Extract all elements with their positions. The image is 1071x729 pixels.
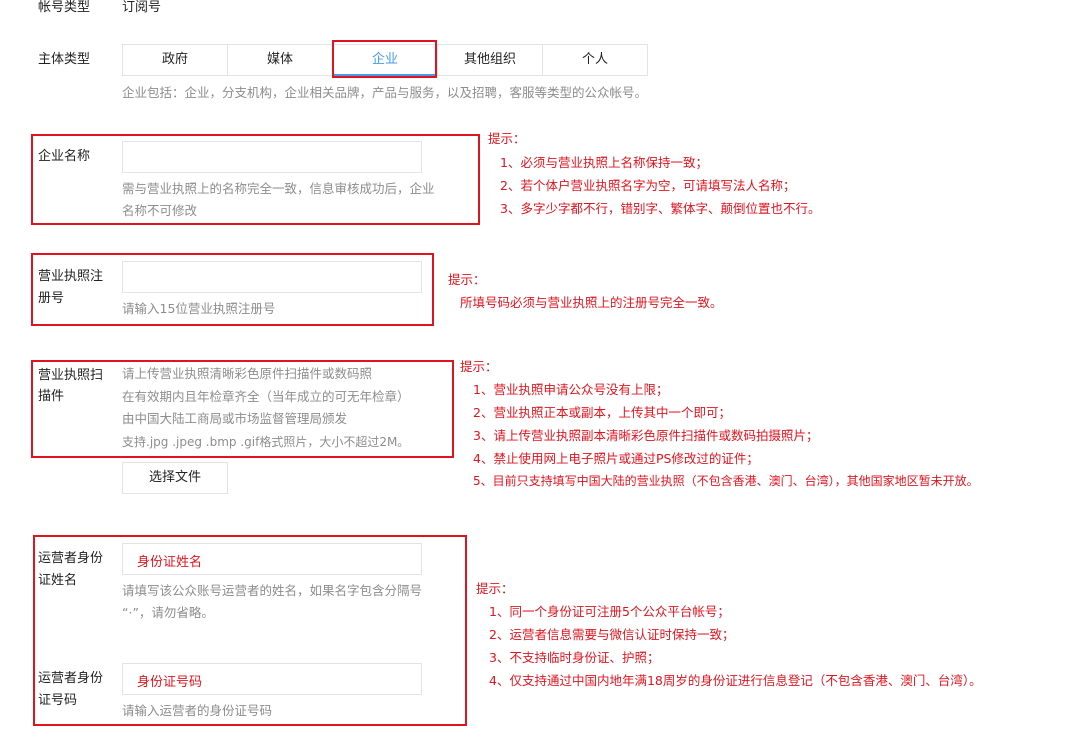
- license-scan-tip-title: 提示：: [460, 359, 498, 374]
- company-name-label: 企业名称: [38, 149, 91, 164]
- license-scan-tip-5: 5、目前只支持填写中国大陆的营业执照（不包含香港、澳门、台湾），其他国家地区暂未…: [473, 474, 979, 488]
- license-scan-tip-3: 3、请上传营业执照副本清晰彩色原件扫描件或数码拍摄照片；: [473, 428, 819, 443]
- company-name-tip-1: 1、必须与营业执照上名称保持一致；: [500, 155, 708, 170]
- entity-option-media[interactable]: 媒体: [227, 44, 333, 76]
- operator-tip-4: 4、仅支持通过中国内地年满18周岁的身份证进行信息登记（不包含香港、澳门、台湾）…: [489, 673, 982, 688]
- license-number-hint: 请输入15位营业执照注册号: [122, 301, 276, 316]
- operator-tip-1: 1、同一个身份证可注册5个公众平台帐号；: [489, 604, 730, 619]
- license-scan-tip-2: 2、营业执照正本或副本，上传其中一个即可；: [473, 405, 731, 420]
- entity-option-government[interactable]: 政府: [122, 44, 228, 76]
- operator-tip-2: 2、运营者信息需要与微信认证时保持一致；: [489, 627, 735, 642]
- operator-name-hint-1: 请填写该公众账号运营者的姓名，如果名字包含分隔号: [122, 583, 423, 598]
- operator-id-value: 身份证号码: [137, 675, 203, 690]
- license-number-label-1: 营业执照注: [38, 269, 104, 284]
- company-name-hint-2: 名称不可修改: [122, 203, 198, 218]
- operator-id-input[interactable]: 身份证号码: [122, 663, 422, 695]
- license-scan-tip-1: 1、营业执照申请公众号没有上限；: [473, 382, 669, 397]
- operator-name-label-2: 证姓名: [38, 573, 78, 588]
- license-number-tip-title: 提示：: [448, 272, 486, 287]
- entity-type-label: 主体类型: [38, 52, 91, 67]
- operator-tip-title: 提示：: [476, 581, 514, 596]
- license-scan-hint-4: 支持.jpg .jpeg .bmp .gif格式照片，大小不超过2M。: [122, 435, 410, 449]
- license-scan-hint-2: 在有效期内且年检章齐全（当年成立的可无年检章）: [122, 389, 410, 404]
- operator-tip-3: 3、不支持临时身份证、护照；: [489, 650, 660, 665]
- operator-id-label-1: 运营者身份: [38, 671, 104, 686]
- license-scan-hint-3: 由中国大陆工商局或市场监督管理局颁发: [122, 411, 348, 426]
- entity-option-individual[interactable]: 个人: [542, 44, 648, 76]
- operator-id-label-2: 证号码: [38, 693, 78, 708]
- company-name-hint-1: 需与营业执照上的名称完全一致，信息审核成功后，企业: [122, 181, 435, 196]
- choose-file-button[interactable]: 选择文件: [122, 462, 228, 494]
- highlight-enterprise: [332, 40, 437, 78]
- company-name-tip-3: 3、多字少字都不行，错别字、繁体字、颠倒位置也不行。: [500, 201, 821, 216]
- license-scan-label-2: 描件: [38, 389, 65, 404]
- operator-name-input[interactable]: 身份证姓名: [122, 543, 422, 575]
- operator-name-value: 身份证姓名: [137, 555, 203, 570]
- license-scan-tip-4: 4、禁止使用网上电子照片或通过PS修改过的证件；: [473, 451, 759, 466]
- license-scan-label-1: 营业执照扫: [38, 368, 104, 383]
- company-name-input[interactable]: [122, 141, 422, 173]
- company-name-tip-title: 提示：: [488, 131, 526, 146]
- operator-name-hint-2: “·”，请勿省略。: [122, 605, 214, 620]
- license-number-input[interactable]: [122, 261, 422, 293]
- account-type-label: 帐号类型: [38, 0, 91, 15]
- account-type-value: 订阅号: [122, 0, 162, 15]
- license-scan-hint-1: 请上传营业执照清晰彩色原件扫描件或数码照: [122, 366, 373, 381]
- entity-type-hint: 企业包括：企业，分支机构，企业相关品牌，产品与服务，以及招聘，客服等类型的公众帐…: [122, 85, 648, 100]
- operator-name-label-1: 运营者身份: [38, 551, 104, 566]
- entity-option-other-org[interactable]: 其他组织: [437, 44, 543, 76]
- operator-id-hint: 请输入运营者的身份证号码: [122, 703, 273, 718]
- license-number-label-2: 册号: [38, 291, 65, 306]
- license-number-tip: 所填号码必须与营业执照上的注册号完全一致。: [460, 295, 723, 310]
- company-name-tip-2: 2、若个体户营业执照名字为空，可请填写法人名称；: [500, 178, 796, 193]
